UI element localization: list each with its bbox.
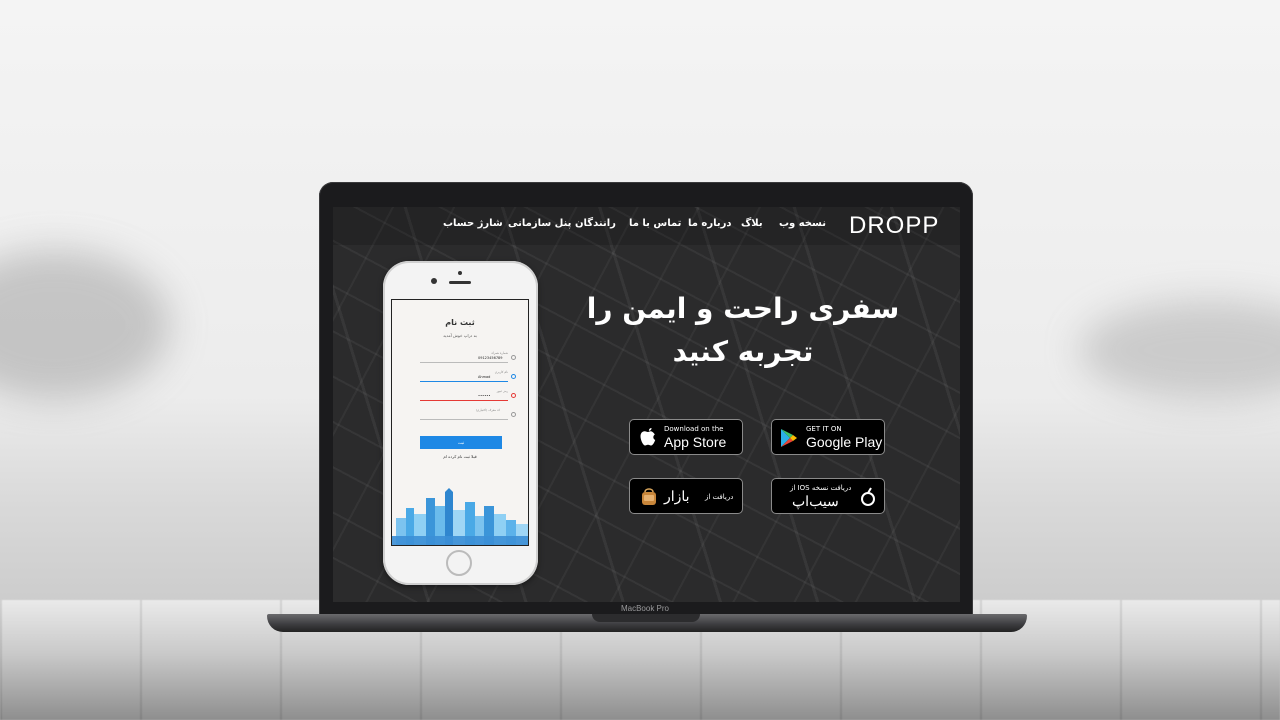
nav-item-web[interactable]: نسخه وب [779,218,826,229]
username-label: نام کاربری [494,370,508,374]
referral-code-label: کد معرف (اختیاری) [475,408,500,412]
sibapp-icon [860,487,876,511]
phone-mockup: ثبت نام به دراپ خوش آمدید شماره همراه 09… [383,261,538,585]
username-value: Ahmad [478,375,491,379]
bazaar-big-text: بازار [664,488,690,504]
laptop-screen: DROPP نسخه وب بلاگ درباره ما تماس با ما … [333,207,960,602]
phone-camera [431,278,437,284]
hero-line-1: سفری راحت و ایمن را [586,292,900,325]
password-label: رمز عبور [496,389,508,393]
dropp-logo[interactable]: DROPP [849,212,939,240]
nav-item-corporate-panel[interactable]: پنل سازمانی [508,218,571,229]
top-nav: DROPP نسخه وب بلاگ درباره ما تماس با ما … [333,207,960,245]
password-value: •••••• [478,394,491,398]
nav-item-account-charge[interactable]: شارژ حساب [443,218,503,229]
gift-icon [511,412,516,417]
phone-icon [511,355,516,360]
laptop-label: MacBook Pro [620,604,670,613]
user-icon [511,374,516,379]
signup-title: ثبت نام [445,318,475,327]
app-store-big-text: App Store [664,434,727,450]
signup-subtitle: به دراپ خوش آمدید [443,333,477,338]
app-store-small-text: Download on the [664,425,724,433]
nav-item-contact[interactable]: تماس با ما [629,218,681,229]
nav-item-drivers[interactable]: رانندگان [575,218,616,229]
city-skyline-illustration [392,488,528,545]
apple-icon [639,426,657,452]
sibapp-button[interactable]: دریافت نسخه IOS از سیب‌اپ [771,478,885,514]
background-blur-left [0,250,170,400]
phone-speaker [449,281,471,284]
laptop-notch [592,614,700,622]
already-registered-link[interactable]: قبلا ثبت نام کرده ام [392,454,528,459]
signup-submit-button[interactable]: ثبت [420,436,502,449]
nav-item-about[interactable]: درباره ما [688,218,732,229]
sibapp-big-text: سیب‌اپ [792,493,839,509]
phone-number-label: شماره همراه [491,351,508,355]
phone-screen: ثبت نام به دراپ خوش آمدید شماره همراه 09… [391,299,529,546]
password-field[interactable]: رمز عبور •••••• [420,389,516,401]
bazaar-button[interactable]: بازار دریافت از [629,478,743,514]
nav-item-blog[interactable]: بلاگ [741,218,763,229]
app-store-button[interactable]: Download on the App Store [629,419,743,455]
phone-sensor [458,271,462,275]
google-play-small-text: GET IT ON [806,425,842,433]
bazaar-bag-icon [640,485,658,511]
google-play-big-text: Google Play [806,434,883,450]
username-field[interactable]: نام کاربری Ahmad [420,370,516,382]
phone-number-value: 09123456789 [478,356,503,360]
phone-home-button [446,550,472,576]
lock-icon [511,393,516,398]
background-blur-right [1080,300,1280,400]
sibapp-small-text: دریافت نسخه IOS از [790,484,852,492]
bazaar-small-text: دریافت از [705,493,734,501]
hero-line-2: تجربه کنید [672,335,814,368]
referral-code-field[interactable]: کد معرف (اختیاری) [420,408,516,420]
google-play-button[interactable]: GET IT ON Google Play [771,419,885,455]
google-play-icon [780,428,798,452]
phone-number-field[interactable]: شماره همراه 09123456789 [420,351,516,363]
